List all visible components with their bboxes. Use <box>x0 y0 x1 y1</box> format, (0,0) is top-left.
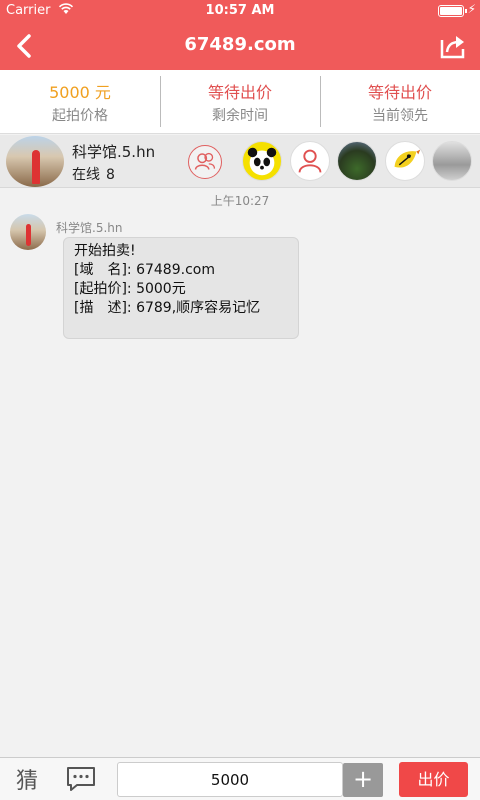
start-price-value: 5000 元 <box>49 83 111 102</box>
start-price-stat: 5000 元 起拍价格 <box>0 70 160 133</box>
share-icon[interactable] <box>438 32 468 60</box>
room-info-bar: 科学馆.5.hn 在线 8 <box>0 135 480 188</box>
current-leader-value: 等待出价 <box>367 83 432 102</box>
remaining-time-label: 剩余时间 <box>212 108 268 124</box>
bid-amount-input[interactable] <box>117 762 343 797</box>
status-bar: Carrier 10:57 AM ⚡ <box>0 0 480 22</box>
online-label: 在线 <box>72 167 100 183</box>
message-line: [域 名]: 67489.com <box>74 262 215 278</box>
current-leader-stat: 等待出价 当前领先 <box>320 70 480 133</box>
bid-bar: 猜 + 出价 <box>0 757 480 800</box>
nav-bar: 67489.com <box>0 22 480 70</box>
host-avatar[interactable] <box>6 136 64 187</box>
landscape-avatar[interactable] <box>337 141 377 181</box>
message-line: [描 述]: 6789,顺序容易记忆 <box>74 300 261 316</box>
bird-avatar[interactable] <box>385 141 425 181</box>
chat-bubble: 开始拍卖! [域 名]: 67489.com [起拍价]: 5000元 [描 述… <box>63 237 299 339</box>
charging-icon: ⚡ <box>467 2 476 16</box>
start-price-label: 起拍价格 <box>52 108 108 124</box>
increase-bid-button[interactable]: + <box>343 763 383 797</box>
sender-name: 科学馆.5.hn <box>56 221 123 235</box>
guess-button[interactable]: 猜 <box>16 763 38 795</box>
remaining-time-stat: 等待出价 剩余时间 <box>160 70 320 133</box>
auction-stats: 5000 元 起拍价格 等待出价 剩余时间 等待出价 当前领先 <box>0 70 480 134</box>
current-leader-label: 当前领先 <box>372 108 428 124</box>
chat-bubble-icon[interactable] <box>65 765 97 793</box>
chat-timestamp: 上午10:27 <box>210 194 270 208</box>
host-name: 科学馆.5.hn <box>72 143 156 161</box>
remaining-time-value: 等待出价 <box>207 83 272 102</box>
status-time: 10:57 AM <box>205 3 275 18</box>
group-members-icon[interactable] <box>188 145 222 179</box>
panda-avatar[interactable] <box>242 141 282 181</box>
place-bid-button[interactable]: 出价 <box>399 762 468 797</box>
online-count: 8 <box>106 167 115 183</box>
default-user-avatar[interactable] <box>290 141 330 181</box>
sender-avatar[interactable] <box>10 214 46 250</box>
battery-icon <box>438 5 467 17</box>
message-line: 开始拍卖! <box>74 243 136 259</box>
building-avatar[interactable] <box>432 141 472 181</box>
online-status: 在线 8 <box>72 164 115 184</box>
message-line: [起拍价]: 5000元 <box>74 281 186 297</box>
page-title: 67489.com <box>184 34 296 55</box>
